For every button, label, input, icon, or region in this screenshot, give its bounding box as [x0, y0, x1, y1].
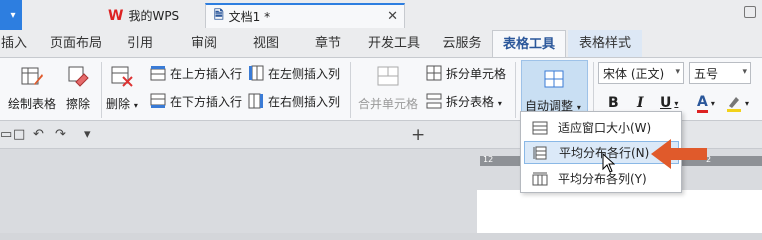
menu-item-fit-window-label: 适应窗口大小(W) [558, 121, 652, 135]
distribute-rows-icon [533, 146, 547, 159]
tab-document-1[interactable]: 🗎 文档1 * ✕ [205, 3, 405, 28]
tab-review[interactable]: 审阅 [184, 30, 224, 57]
print-preview-icon[interactable]: □ [13, 127, 25, 142]
insert-row-above-icon [150, 66, 166, 81]
distribute-cols-icon [532, 172, 548, 185]
insert-col-right-label: 在右侧插入列 [268, 94, 341, 109]
chevron-down-icon: ▾ [10, 9, 16, 21]
insert-row-above-button[interactable]: 在上方插入行 [150, 62, 242, 84]
insert-col-left-icon [249, 65, 264, 81]
font-name-value: 宋体 (正文) [603, 66, 665, 81]
autofit-icon [544, 70, 564, 88]
tab-page-layout[interactable]: 页面布局 [44, 30, 108, 57]
annotation-arrow-icon [651, 139, 707, 169]
ruler-tick-label: 12 [483, 155, 494, 164]
insert-row-below-button[interactable]: 在下方插入行 [150, 90, 242, 112]
underline-icon: U [660, 95, 672, 111]
tab-table-tools[interactable]: 表格工具 [492, 30, 566, 57]
tab-document-1-label: 文档1 * [228, 10, 271, 24]
split-table-button[interactable]: 拆分表格 ▾ [426, 90, 502, 112]
insert-row-below-icon [150, 93, 166, 108]
redo-icon[interactable]: ↷ [55, 127, 66, 142]
window-restore-icon[interactable] [744, 6, 756, 18]
document-icon: 🗎 [214, 8, 224, 22]
font-color-icon: A [697, 94, 708, 113]
chevron-down-icon[interactable]: ▾ [84, 127, 91, 142]
split-cells-label: 拆分单元格 [446, 66, 507, 81]
delete-table-icon [111, 66, 133, 87]
split-cells-icon [426, 65, 442, 81]
doc-icon[interactable]: ▭ [0, 127, 12, 142]
bold-icon: B [608, 95, 619, 111]
autofit-button[interactable]: 自动调整 ▾ [521, 60, 588, 118]
menu-bar: 插入 页面布局 引用 审阅 视图 章节 开发工具 云服务 表格工具 表格样式 [0, 30, 762, 57]
font-size-select[interactable]: 五号 ▾ [689, 62, 751, 84]
tab-insert[interactable]: 插入 [0, 30, 34, 57]
tab-view[interactable]: 视图 [246, 30, 286, 57]
eraser-icon [68, 66, 89, 87]
new-tab-button[interactable]: + [411, 125, 425, 145]
split-table-icon [426, 93, 442, 109]
tab-chapter[interactable]: 章节 [308, 30, 348, 57]
draw-table-button[interactable]: 绘制表格 [8, 64, 56, 112]
insert-row-above-label: 在上方插入行 [170, 66, 243, 81]
insert-col-right-button[interactable]: 在右侧插入列 [248, 90, 340, 112]
insert-col-right-icon [248, 93, 263, 109]
mouse-cursor-icon [602, 153, 615, 173]
quick-access-menu-button[interactable]: ▾ [4, 0, 22, 30]
chevron-down-icon: ▾ [675, 67, 680, 77]
tab-references[interactable]: 引用 [120, 30, 160, 57]
italic-icon: I [637, 95, 644, 111]
highlight-button[interactable]: ▾ [726, 92, 749, 114]
menu-item-fit-window[interactable]: 适应窗口大小(W) [524, 116, 679, 139]
insert-col-left-label: 在左侧插入列 [268, 66, 341, 81]
font-color-button[interactable]: A ▾ [697, 92, 715, 114]
merge-cells-label: 合并单元格 [358, 97, 419, 111]
merge-cells-icon [377, 66, 399, 86]
wps-logo-icon: W [108, 7, 124, 24]
eraser-label: 擦除 [66, 97, 91, 111]
merge-cells-button[interactable]: 合并单元格 [358, 64, 418, 112]
font-name-select[interactable]: 宋体 (正文) ▾ [598, 62, 684, 84]
font-size-value: 五号 [694, 66, 719, 81]
tab-cloud-service[interactable]: 云服务 [434, 30, 490, 57]
chevron-down-icon: ▾ [742, 67, 747, 77]
tab-developer-tools[interactable]: 开发工具 [362, 30, 426, 57]
insert-row-below-label: 在下方插入行 [170, 94, 243, 109]
insert-col-left-button[interactable]: 在左侧插入列 [248, 62, 340, 84]
draw-table-label: 绘制表格 [8, 97, 57, 111]
split-table-label: 拆分表格 ▾ [446, 94, 502, 109]
fit-window-icon [532, 121, 548, 134]
delete-label: 删除 ▾ [106, 97, 138, 111]
tab-my-wps-label: 我的WPS [128, 9, 180, 23]
delete-button[interactable]: 删除 ▾ [106, 64, 138, 112]
document-page[interactable] [477, 190, 762, 233]
split-cells-button[interactable]: 拆分单元格 [426, 62, 506, 84]
draw-table-icon [21, 67, 43, 85]
undo-icon[interactable]: ↶ [33, 127, 44, 142]
close-icon[interactable]: ✕ [387, 9, 398, 24]
tab-table-style[interactable]: 表格样式 [568, 30, 642, 57]
highlighter-icon [727, 97, 741, 112]
eraser-button[interactable]: 擦除 [66, 64, 90, 112]
